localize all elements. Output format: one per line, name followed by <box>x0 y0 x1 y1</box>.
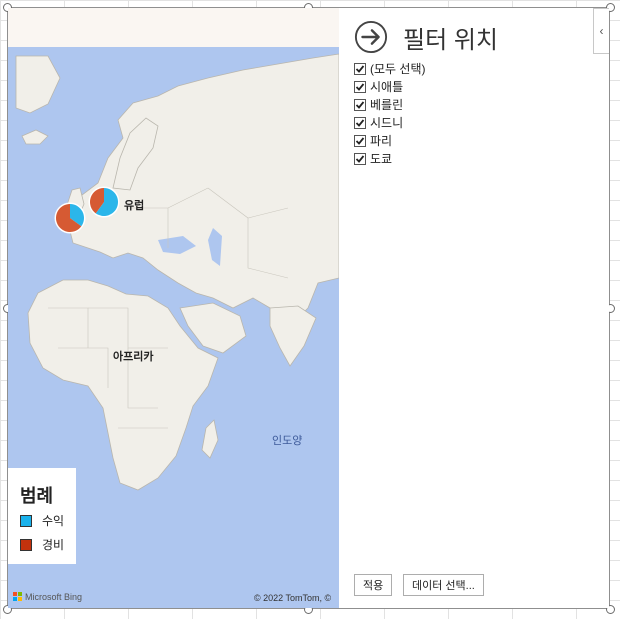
checkbox[interactable] <box>354 63 366 75</box>
pie-marker-paris[interactable] <box>54 202 86 234</box>
select-data-button[interactable]: 데이터 선택... <box>403 574 484 596</box>
filter-item-label: 베를린 <box>370 98 404 112</box>
filter-item-label: 파리 <box>370 134 393 148</box>
filter-pane: 필터 위치 ‹ (모두 선택) 시애틀베를린시드니파리도쿄 적용 데이터 선택..… <box>339 8 609 608</box>
filter-item-label: 시드니 <box>370 116 404 130</box>
legend-swatch-expense <box>20 539 32 551</box>
filter-item-label: 도쿄 <box>370 152 393 166</box>
checkbox[interactable] <box>354 135 366 147</box>
collapse-pane-button[interactable]: ‹ <box>593 8 609 54</box>
legend-panel: 범례 수익 경비 <box>8 468 76 564</box>
checkmark-icon <box>355 83 365 91</box>
legend-swatch-revenue <box>20 515 32 527</box>
checkmark-icon <box>355 65 365 73</box>
legend-label: 수익 <box>42 514 65 528</box>
bing-logo: Microsoft Bing <box>13 592 82 602</box>
legend-item-revenue: 수익 <box>20 514 64 528</box>
checkbox[interactable] <box>354 81 366 93</box>
filter-item[interactable]: 시애틀 <box>354 80 403 96</box>
checkmark-icon <box>355 155 365 163</box>
filter-item[interactable]: 베를린 <box>354 98 403 114</box>
checkmark-icon <box>355 119 365 127</box>
filter-item[interactable]: (모두 선택) <box>354 62 426 78</box>
checkmark-icon <box>355 101 365 109</box>
bing-logo-text: Microsoft Bing <box>25 592 83 602</box>
microsoft-logo-icon <box>13 592 22 601</box>
checkbox[interactable] <box>354 117 366 129</box>
chevron-left-icon: ‹ <box>599 24 604 38</box>
checkbox[interactable] <box>354 153 366 165</box>
apply-button[interactable]: 적용 <box>354 574 393 596</box>
filter-title: 필터 위치 <box>403 27 498 54</box>
checkmark-icon <box>355 137 365 145</box>
arrow-right-circle-icon[interactable] <box>354 20 388 54</box>
checkbox[interactable] <box>354 99 366 111</box>
pie-marker-berlin[interactable] <box>88 186 120 218</box>
legend-label: 경비 <box>42 538 65 552</box>
legend-title: 범례 <box>20 486 54 506</box>
filter-item[interactable]: 도쿄 <box>354 152 392 168</box>
filter-item[interactable]: 파리 <box>354 134 392 150</box>
filter-item-label: (모두 선택) <box>370 62 426 76</box>
filter-item[interactable]: 시드니 <box>354 116 403 132</box>
legend-item-expense: 경비 <box>20 538 64 552</box>
map-attribution[interactable]: © 2022 TomTom, © <box>254 593 339 603</box>
filter-item-label: 시애틀 <box>370 80 404 94</box>
